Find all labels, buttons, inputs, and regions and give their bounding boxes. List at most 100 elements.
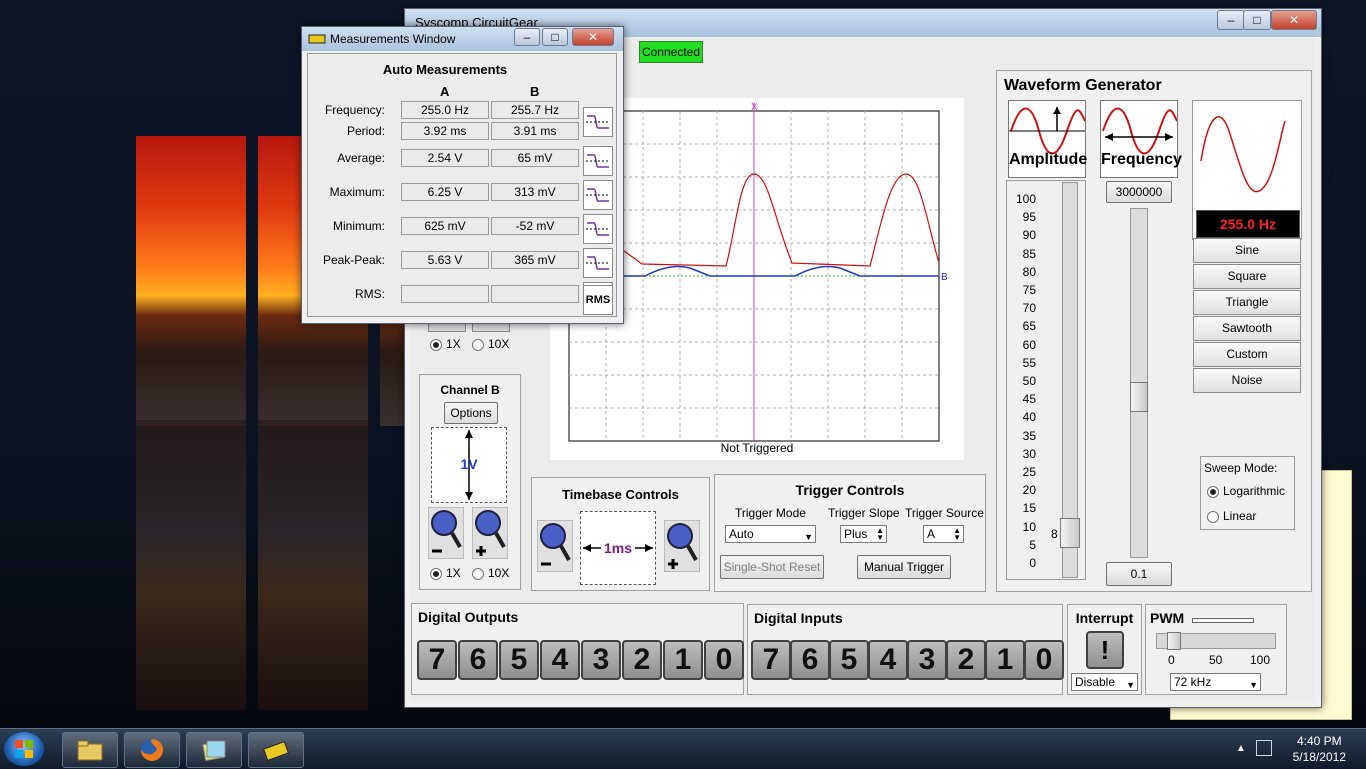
app-chip-icon	[308, 34, 326, 44]
trigger-status: Not Triggered	[720, 441, 794, 455]
channel-b-options-button[interactable]: Options	[444, 402, 498, 424]
windows-logo-icon	[15, 740, 33, 758]
minimize-button[interactable]: –	[1217, 10, 1245, 30]
channel-a-probe-1x[interactable]: 1X	[430, 337, 461, 351]
single-shot-reset-button[interactable]: Single-Shot Reset	[720, 555, 824, 579]
digital-inputs-bit: 3	[907, 640, 947, 680]
measurement-icon[interactable]	[583, 107, 613, 137]
digital-outputs-bit[interactable]: 1	[663, 640, 703, 680]
waveform-triangle-button[interactable]: Triangle	[1193, 290, 1301, 315]
firefox-icon	[141, 739, 163, 761]
digital-outputs-bit[interactable]: 7	[417, 640, 457, 680]
digital-inputs-title: Digital Inputs	[754, 610, 843, 626]
magnifier-minus-icon	[427, 506, 465, 560]
clock[interactable]: 4:40 PM 5/18/2012	[1293, 733, 1346, 765]
measurement-value-b: 255.7 Hz	[491, 101, 579, 119]
taskbar-circuitgear[interactable]	[248, 732, 304, 768]
digital-outputs-bit[interactable]: 6	[458, 640, 498, 680]
timebase-zoom-in-button[interactable]	[663, 519, 701, 573]
frequency-max-input[interactable]: 3000000	[1106, 181, 1172, 203]
pwm-scale-0: 0	[1168, 653, 1175, 667]
rms-icon[interactable]: RMS	[583, 285, 613, 315]
column-a-header: A	[440, 84, 450, 99]
waveform-sine-button[interactable]: Sine	[1193, 238, 1301, 263]
waveform-noise-button[interactable]: Noise	[1193, 368, 1301, 393]
pwm-frequency-select[interactable]: 72 kHz ▼	[1170, 673, 1261, 691]
frequency-button[interactable]: Frequency	[1100, 100, 1182, 178]
interrupt-button[interactable]: !	[1086, 631, 1124, 669]
channel-b-probe-10x[interactable]: 10X	[472, 566, 509, 580]
digital-outputs-bit[interactable]: 0	[704, 640, 744, 680]
trigger-mode-select[interactable]: Auto ▼	[725, 525, 816, 543]
maximize-button[interactable]: □	[542, 28, 568, 46]
trigger-panel: Trigger Controls Trigger Mode Auto ▼ Trig…	[714, 474, 986, 592]
amplitude-scale-tick: 75	[1022, 283, 1036, 297]
sweep-logarithmic-radio[interactable]: Logarithmic	[1207, 484, 1285, 498]
digital-outputs-bit[interactable]: 2	[622, 640, 662, 680]
channel-a-probe-10x[interactable]: 10X	[472, 337, 509, 351]
amplitude-scale-tick: 45	[1022, 392, 1036, 407]
close-button[interactable]: ✕	[1271, 10, 1317, 30]
auto-measurements-heading: Auto Measurements	[382, 62, 508, 77]
trigger-title: Trigger Controls	[795, 482, 905, 498]
digital-outputs-bit[interactable]: 4	[540, 640, 580, 680]
waveform-square-button[interactable]: Square	[1193, 264, 1301, 289]
interrupt-title: Interrupt	[1075, 610, 1134, 626]
measurement-icon[interactable]	[583, 146, 613, 176]
waveform-sawtooth-button[interactable]: Sawtooth	[1193, 316, 1301, 341]
digital-inputs-bit: 4	[868, 640, 908, 680]
measurement-value-b: 65 mV	[491, 149, 579, 167]
magnifier-plus-icon	[471, 506, 509, 560]
measurement-value-a	[401, 285, 489, 303]
measurement-icon[interactable]	[583, 214, 613, 244]
trigger-source-spinner[interactable]: A ▲ ▼	[923, 525, 964, 543]
amplitude-scale-tick: 50	[1022, 374, 1036, 388]
maximize-button[interactable]: □	[1243, 10, 1271, 30]
close-button[interactable]: ✕	[572, 28, 614, 46]
tray-arrow-icon[interactable]: ▲	[1236, 743, 1246, 754]
trigger-mode-label: Trigger Mode	[735, 506, 806, 520]
frequency-slider-thumb[interactable]	[1130, 382, 1148, 412]
trigger-source-label: Trigger Source	[905, 506, 984, 520]
digital-outputs-title: Digital Outputs	[418, 609, 519, 625]
amplitude-slider-thumb[interactable]	[1060, 518, 1080, 548]
channel-b-zoom-out-button[interactable]	[427, 506, 465, 560]
measurement-label: Maximum:	[329, 185, 385, 199]
measurement-value-a: 6.25 V	[401, 183, 489, 201]
measurement-value-b: 3.91 ms	[491, 122, 579, 140]
taskbar-firefox[interactable]	[124, 732, 180, 768]
sweep-mode-group: Sweep Mode: Logarithmic Linear	[1200, 456, 1295, 530]
sweep-linear-radio[interactable]: Linear	[1207, 509, 1256, 523]
interrupt-select[interactable]: Disable ▼	[1071, 673, 1138, 691]
waveform-custom-button[interactable]: Custom	[1193, 342, 1301, 367]
pwm-slider-track[interactable]	[1156, 632, 1276, 650]
measurement-icon[interactable]	[583, 180, 613, 210]
start-button[interactable]	[4, 732, 44, 766]
magnifier-minus-icon	[536, 519, 574, 573]
network-icon[interactable]	[1256, 740, 1272, 756]
measurement-value-b: 365 mV	[491, 251, 579, 269]
measurements-window-title: Measurements Window	[330, 32, 456, 46]
trigger-slope-spinner[interactable]: Plus ▲ ▼	[840, 525, 887, 543]
interrupt-panel: Interrupt ! Disable ▼	[1067, 604, 1142, 695]
channel-b-zoom-in-button[interactable]	[471, 506, 509, 560]
wallpaper-reflection	[136, 420, 246, 710]
amplitude-slider-value: 8	[1051, 527, 1058, 541]
pwm-scale-100: 100	[1250, 653, 1271, 667]
channel-b-panel: Channel B Options 1V 1X 10X	[419, 374, 521, 590]
digital-inputs-panel: Digital Inputs 76543210	[747, 604, 1064, 695]
measurement-icon[interactable]	[583, 248, 613, 278]
digital-outputs-bit[interactable]: 5	[499, 640, 539, 680]
manual-trigger-button[interactable]: Manual Trigger	[857, 555, 951, 579]
taskbar-explorer[interactable]	[62, 732, 118, 768]
frequency-label: Frequency	[1101, 151, 1182, 168]
frequency-min-input[interactable]: 0.1	[1106, 562, 1172, 586]
digital-outputs-bit[interactable]: 3	[581, 640, 621, 680]
pwm-slider-thumb[interactable]	[1167, 632, 1181, 650]
minimize-button[interactable]: –	[514, 28, 540, 46]
measurement-value-a: 3.92 ms	[401, 122, 489, 140]
amplitude-button[interactable]: Amplitude	[1008, 100, 1087, 178]
taskbar-notes[interactable]	[186, 732, 242, 768]
timebase-zoom-out-button[interactable]	[536, 519, 574, 573]
channel-b-probe-1x[interactable]: 1X	[430, 566, 461, 580]
